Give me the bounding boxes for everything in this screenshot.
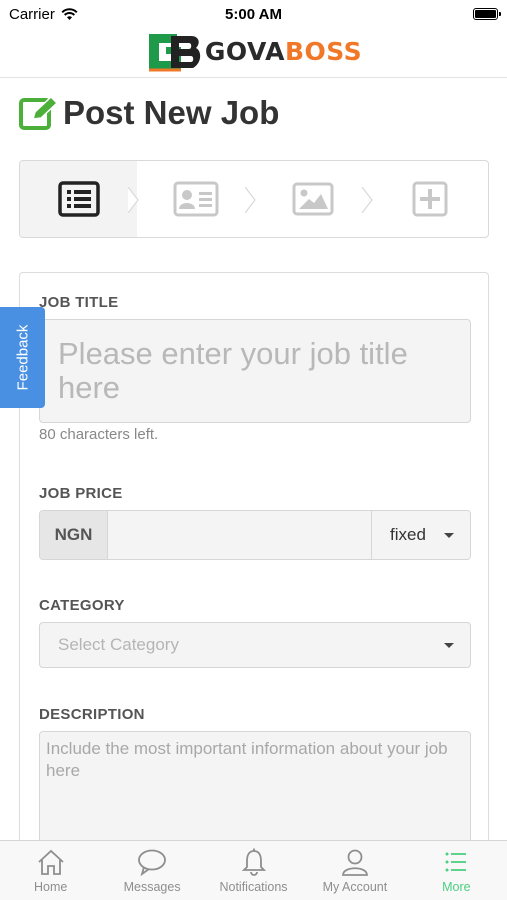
page-title-row: Post New Job	[19, 94, 279, 132]
tab-notifications[interactable]: Notifications	[203, 841, 304, 900]
job-form: JOB TITLE Please enter your job title he…	[19, 272, 489, 900]
id-card-icon	[173, 181, 218, 217]
page-title: Post New Job	[63, 94, 280, 131]
description-label: DESCRIPTION	[39, 706, 145, 723]
logo-wordmark: GOVABOSS	[204, 37, 363, 66]
plus-square-icon	[412, 181, 447, 217]
job-title-label: JOB TITLE	[39, 294, 119, 311]
list-icon	[57, 181, 100, 217]
tab-messages[interactable]: Messages	[101, 841, 202, 900]
status-time: 5:00 AM	[225, 5, 282, 23]
step-images[interactable]	[254, 161, 373, 237]
price-type-value: fixed	[390, 525, 426, 544]
app-header: GOVABOSS	[0, 26, 507, 78]
brand-logo[interactable]: GOVABOSS	[145, 30, 362, 74]
image-icon	[292, 182, 333, 216]
tab-label: Notifications	[219, 880, 288, 894]
tab-label: Home	[34, 880, 68, 894]
bell-icon	[241, 848, 266, 876]
tab-my-account[interactable]: My Account	[304, 841, 405, 900]
job-title-placeholder: Please enter your job title here	[58, 336, 408, 405]
step-details[interactable]	[20, 161, 139, 237]
price-type-select[interactable]: fixed	[371, 511, 470, 559]
chevron-down-icon	[444, 532, 454, 538]
tab-more[interactable]: More	[406, 841, 507, 900]
step-contact[interactable]	[137, 161, 256, 237]
tab-label: Messages	[123, 880, 181, 894]
step-indicator	[19, 160, 489, 238]
logo-mark-icon	[148, 33, 201, 71]
menu-icon	[445, 852, 467, 872]
job-title-input[interactable]: Please enter your job title here	[39, 319, 471, 423]
battery-icon	[473, 8, 501, 20]
bottom-tab-bar: Home Messages Notifications My Account M…	[0, 840, 507, 900]
category-select[interactable]: Select Category	[39, 622, 471, 668]
tab-home[interactable]: Home	[0, 841, 101, 900]
feedback-tab[interactable]: Feedback	[0, 307, 45, 408]
job-title-helper: 80 characters left.	[39, 426, 159, 443]
tab-label: More	[442, 880, 471, 894]
chevron-down-icon	[444, 642, 454, 648]
tab-label: My Account	[322, 880, 388, 894]
job-price-input[interactable]	[108, 511, 371, 559]
category-label: CATEGORY	[39, 597, 125, 614]
job-price-group: NGN fixed	[39, 510, 471, 560]
status-bar: Carrier 5:00 AM	[0, 0, 507, 28]
feedback-label: Feedback	[14, 324, 31, 391]
user-icon	[342, 849, 368, 876]
chat-icon	[138, 849, 167, 876]
step-extras[interactable]	[371, 161, 488, 237]
edit-icon	[19, 95, 59, 130]
currency-prefix: NGN	[40, 511, 108, 559]
home-icon	[38, 849, 64, 875]
category-placeholder: Select Category	[58, 635, 179, 654]
job-price-label: JOB PRICE	[39, 485, 123, 502]
description-placeholder: Include the most important information a…	[46, 739, 448, 780]
